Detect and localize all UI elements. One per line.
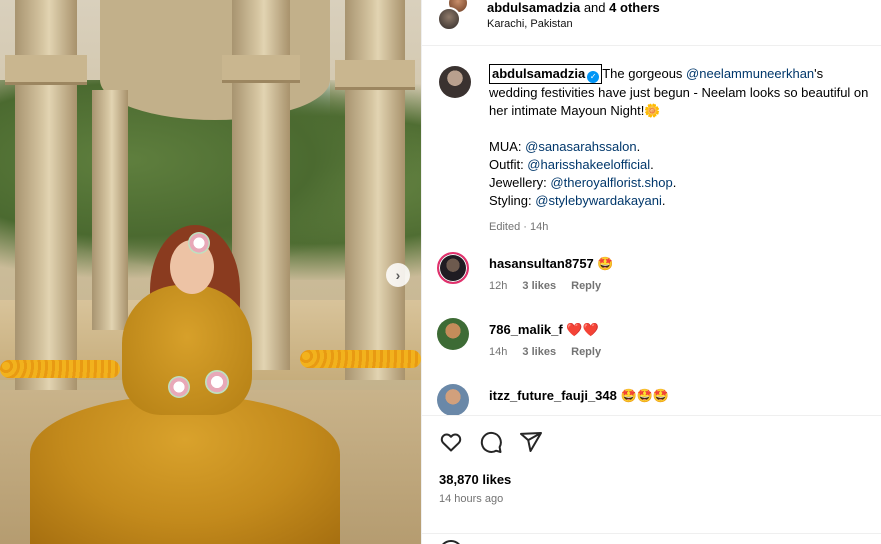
photo-bodice bbox=[122, 285, 252, 415]
heart-icon[interactable] bbox=[439, 430, 463, 454]
collab-others-link[interactable]: 4 others bbox=[609, 0, 660, 15]
photo-dress bbox=[30, 395, 340, 544]
caption-meta: Edited · 14h bbox=[489, 221, 549, 233]
post-header: abdulsamadzia and 4 others Karachi, Paki… bbox=[422, 0, 881, 46]
comment-line: hasansultan8757 🤩 bbox=[489, 256, 614, 272]
author-and: and bbox=[583, 0, 606, 15]
add-comment-bar bbox=[422, 533, 881, 544]
mention-link[interactable]: @theroyalflorist.shop bbox=[550, 175, 672, 190]
caption-credit-mua: MUA: @sanasarahssalon. bbox=[489, 139, 641, 154]
comment-likes[interactable]: 3 likes bbox=[522, 346, 556, 358]
photo-capital-right bbox=[335, 60, 415, 90]
reply-button[interactable]: Reply bbox=[571, 346, 601, 358]
comment-username[interactable]: itzz_future_fauji_348 bbox=[489, 388, 617, 403]
likes-count[interactable]: 38,870 likes bbox=[439, 472, 511, 487]
share-icon[interactable] bbox=[519, 430, 543, 454]
avatar[interactable] bbox=[437, 252, 469, 284]
post-location[interactable]: Karachi, Pakistan bbox=[487, 18, 573, 30]
comment-time: 12h bbox=[489, 280, 508, 292]
caption-text-before: The gorgeous bbox=[602, 66, 687, 81]
comment-likes[interactable]: 3 likes bbox=[522, 280, 556, 292]
mention-link[interactable]: @harisshakeelofficial bbox=[527, 157, 650, 172]
caption-credit-styling: Styling: @stylebywardakayani. bbox=[489, 193, 666, 208]
comment-meta: 12h 3 likes Reply bbox=[489, 280, 601, 292]
comment-text: 🤩 bbox=[597, 256, 614, 271]
photo-pillar-right bbox=[345, 0, 405, 380]
next-photo-button[interactable]: › bbox=[386, 263, 410, 287]
comment-icon[interactable] bbox=[479, 430, 503, 454]
collab-avatars[interactable] bbox=[437, 0, 471, 34]
comment-username[interactable]: 786_malik_f bbox=[489, 322, 563, 337]
comment-item: 786_malik_f ❤️❤️ 14h 3 likes Reply bbox=[437, 318, 877, 364]
comment-line: itzz_future_fauji_348 🤩🤩🤩 bbox=[489, 388, 669, 404]
avatar[interactable] bbox=[439, 66, 471, 98]
avatar[interactable] bbox=[437, 384, 469, 415]
caption-text: abdulsamadzia ✓ The gorgeous @neelammuneer… bbox=[489, 64, 869, 236]
emoji-icon[interactable] bbox=[439, 540, 463, 544]
comment-item: itzz_future_fauji_348 🤩🤩🤩 bbox=[437, 384, 877, 415]
chevron-right-icon: › bbox=[395, 267, 401, 283]
comment-line: 786_malik_f ❤️❤️ bbox=[489, 322, 599, 338]
post-time: 14 hours ago bbox=[439, 493, 504, 505]
mention-link[interactable]: @sanasarahssalon bbox=[525, 139, 636, 154]
post-photo[interactable]: › bbox=[0, 0, 421, 544]
comment-text: ❤️❤️ bbox=[566, 322, 599, 337]
mention-link[interactable]: @stylebywardakayani bbox=[535, 193, 662, 208]
reply-button[interactable]: Reply bbox=[571, 280, 601, 292]
comment-username[interactable]: hasansultan8757 bbox=[489, 256, 594, 271]
comment-item: hasansultan8757 🤩 12h 3 likes Reply bbox=[437, 252, 877, 298]
post-author-line: abdulsamadzia and 4 others bbox=[487, 0, 660, 15]
photo-marigold-right bbox=[300, 350, 421, 368]
avatar[interactable] bbox=[437, 318, 469, 350]
caption-credit-outfit: Outfit: @harisshakeelofficial. bbox=[489, 157, 654, 172]
comments-section[interactable]: abdulsamadzia ✓ The gorgeous @neelammuneer… bbox=[422, 46, 881, 415]
comment-time: 14h bbox=[489, 346, 508, 358]
caption-credit-jewellery: Jewellery: @theroyalflorist.shop. bbox=[489, 175, 677, 190]
photo-wrist-flowers-left bbox=[168, 376, 190, 398]
post-details-panel: abdulsamadzia and 4 others Karachi, Paki… bbox=[421, 0, 881, 544]
comment-text: 🤩🤩🤩 bbox=[620, 388, 670, 403]
photo-capital-left bbox=[5, 55, 87, 85]
mention-link[interactable]: @neelammuneerkhan bbox=[686, 66, 814, 81]
photo-wrist-flowers-right bbox=[205, 370, 229, 394]
verified-badge-icon: ✓ bbox=[587, 71, 600, 83]
caption-username[interactable]: abdulsamadzia ✓ bbox=[489, 64, 603, 84]
avatar bbox=[437, 7, 461, 31]
photo-hair-flowers bbox=[188, 232, 210, 254]
photo-capital-center bbox=[222, 55, 300, 83]
comment-meta: 14h 3 likes Reply bbox=[489, 346, 601, 358]
post-actions: 38,870 likes 14 hours ago bbox=[422, 415, 881, 544]
author-username[interactable]: abdulsamadzia bbox=[487, 0, 580, 15]
photo-pillar-back-left bbox=[92, 90, 128, 330]
photo-marigold-left bbox=[0, 360, 120, 378]
